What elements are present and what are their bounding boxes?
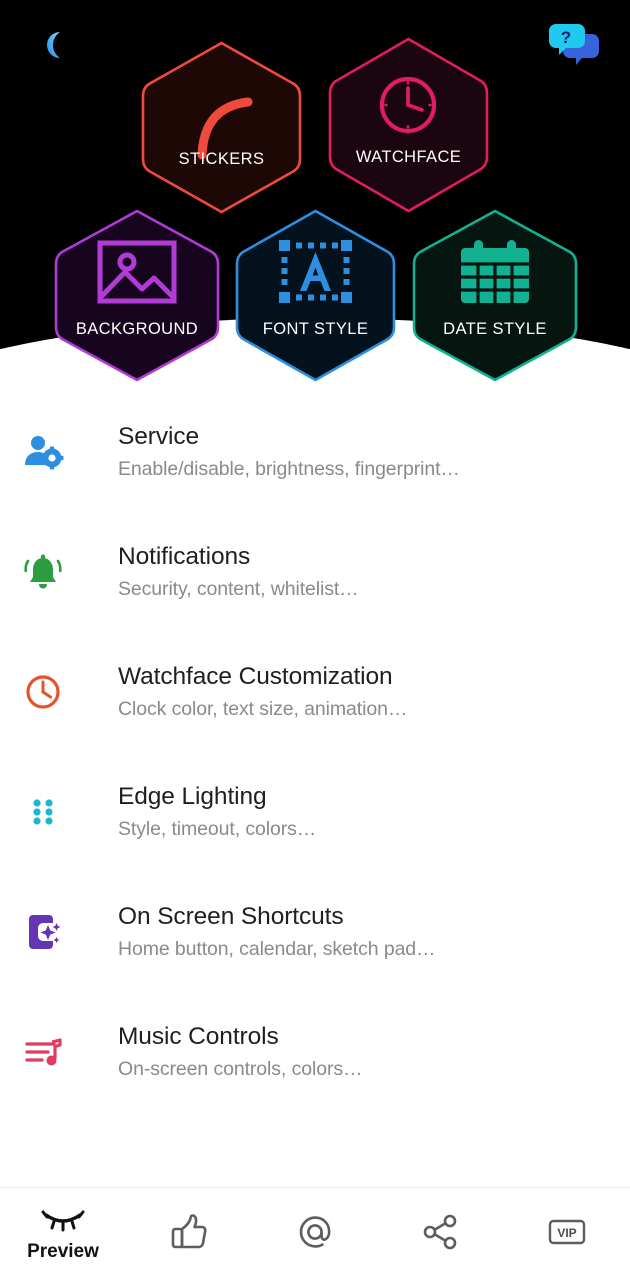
tile-background-label: BACKGROUND xyxy=(75,320,199,338)
list-item-on-screen-shortcuts[interactable]: On Screen Shortcuts Home button, calenda… xyxy=(0,872,630,992)
list-item-text: Notifications Security, content, whiteli… xyxy=(118,543,359,601)
list-item-watchface-customization[interactable]: Watchface Customization Clock color, tex… xyxy=(0,632,630,752)
tile-stickers[interactable]: STICKERS xyxy=(140,40,303,215)
list-item-subtitle: Enable/disable, brightness, fingerprint… xyxy=(118,457,460,480)
list-item-title: Notifications xyxy=(118,543,251,571)
list-item-text: Music Controls On-screen controls, color… xyxy=(118,1023,362,1081)
tile-watchface[interactable]: WATCHFACE xyxy=(327,36,490,214)
tile-date-style[interactable]: DATE STYLE xyxy=(411,208,579,383)
nav-item-share[interactable] xyxy=(378,1188,504,1280)
bottom-navigation-bar: Preview VIP xyxy=(0,1187,630,1280)
nav-item-preview-label: Preview xyxy=(27,1241,99,1262)
nav-item-preview[interactable]: Preview xyxy=(0,1188,126,1280)
tile-font-style-label: FONT STYLE xyxy=(262,320,369,338)
hexagon-outline xyxy=(412,209,578,382)
share-icon xyxy=(421,1212,461,1257)
list-item-title: Music Controls xyxy=(118,1023,279,1051)
clock-icon xyxy=(20,669,66,715)
calendar-icon xyxy=(461,240,529,303)
help-chat-icon-glyph: ? xyxy=(549,24,599,65)
vip-badge-icon: VIP xyxy=(544,1215,590,1254)
moon-icon[interactable] xyxy=(30,22,74,66)
vip-badge-text: VIP xyxy=(557,1226,576,1240)
list-item-music-controls[interactable]: Music Controls On-screen controls, color… xyxy=(0,992,630,1112)
list-item-text: On Screen Shortcuts Home button, calenda… xyxy=(118,903,436,961)
list-item-subtitle: Style, timeout, colors… xyxy=(118,817,317,840)
closed-eye-icon xyxy=(40,1207,86,1240)
phone-sparkle-icon xyxy=(20,909,66,955)
list-item-text: Edge Lighting Style, timeout, colors… xyxy=(118,783,316,841)
hero-panel: ? STICKERS WATCHFACE BACKGROUND FONT STY… xyxy=(0,0,630,392)
list-item-subtitle: Home button, calendar, sketch pad… xyxy=(118,937,436,960)
moon-icon-glyph xyxy=(47,32,60,58)
list-item-text: Watchface Customization Clock color, tex… xyxy=(118,663,407,721)
list-item-title: Edge Lighting xyxy=(118,783,267,811)
list-item-subtitle: Clock color, text size, animation… xyxy=(118,697,408,720)
list-item-notifications[interactable]: Notifications Security, content, whiteli… xyxy=(0,512,630,632)
tile-watchface-label: WATCHFACE xyxy=(355,148,462,166)
nav-item-contact[interactable] xyxy=(252,1188,378,1280)
hexagon-outline xyxy=(328,37,489,213)
help-question-mark: ? xyxy=(561,28,571,47)
tile-stickers-label: STICKERS xyxy=(178,150,265,168)
settings-list: Service Enable/disable, brightness, fing… xyxy=(0,392,630,1112)
at-sign-icon xyxy=(295,1212,335,1257)
tile-date-style-label: DATE STYLE xyxy=(443,320,547,338)
hexagon-outline xyxy=(141,41,302,214)
tile-font-style[interactable]: FONT STYLE xyxy=(234,208,397,383)
list-item-subtitle: On-screen controls, colors… xyxy=(118,1057,363,1080)
list-item-service[interactable]: Service Enable/disable, brightness, fing… xyxy=(0,392,630,512)
thumbs-up-icon xyxy=(169,1212,209,1257)
nav-item-vip[interactable]: VIP xyxy=(504,1188,630,1280)
nav-item-rate[interactable] xyxy=(126,1188,252,1280)
list-item-title: On Screen Shortcuts xyxy=(118,903,344,931)
help-chat-icon[interactable]: ? xyxy=(548,20,600,68)
list-item-title: Service xyxy=(118,423,199,451)
list-item-edge-lighting[interactable]: Edge Lighting Style, timeout, colors… xyxy=(0,752,630,872)
person-gear-icon xyxy=(20,429,66,475)
hexagon-outline xyxy=(235,209,396,382)
list-item-text: Service Enable/disable, brightness, fing… xyxy=(118,423,460,481)
hexagon-outline xyxy=(54,209,220,382)
bell-icon xyxy=(20,549,66,595)
list-item-subtitle: Security, content, whitelist… xyxy=(118,577,359,600)
tile-background[interactable]: BACKGROUND xyxy=(53,208,221,383)
dot-grid-icon xyxy=(20,789,66,835)
music-playlist-icon xyxy=(20,1029,66,1075)
list-item-title: Watchface Customization xyxy=(118,663,393,691)
